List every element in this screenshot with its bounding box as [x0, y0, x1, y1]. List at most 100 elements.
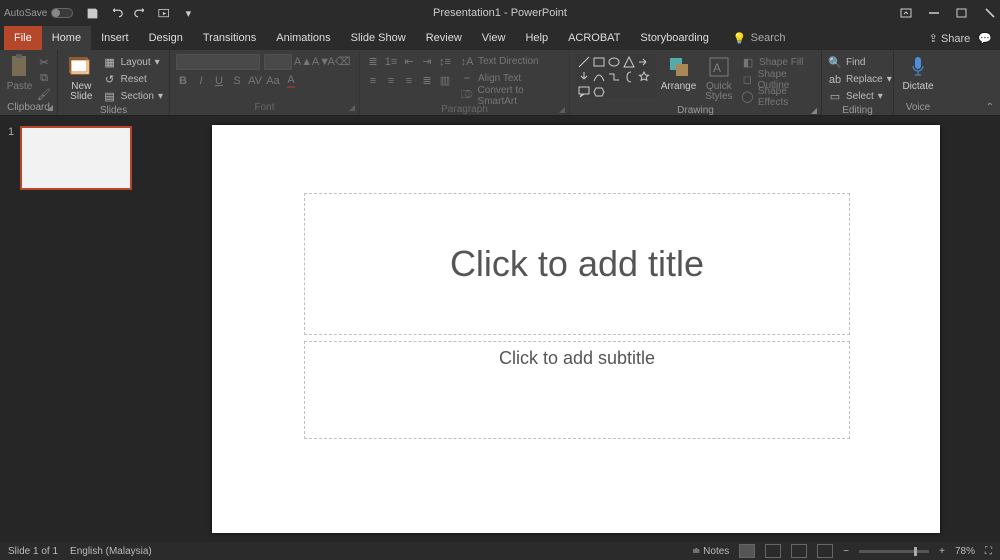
increase-font-icon[interactable]: A▲ [296, 55, 310, 69]
shape-effects-icon: ◯ [741, 90, 754, 104]
tab-slideshow[interactable]: Slide Show [341, 26, 416, 50]
tab-acrobat[interactable]: ACROBAT [558, 26, 630, 50]
collapse-ribbon-icon[interactable]: ⌃ [986, 102, 994, 113]
cut-icon[interactable]: ✂ [37, 55, 51, 69]
italic-icon[interactable]: I [194, 74, 208, 88]
share-button[interactable]: ⇪ Share [929, 32, 971, 45]
quick-styles-button[interactable]: A Quick Styles [701, 54, 737, 102]
group-drawing: Arrange A Quick Styles ◧Shape Fill ◻Shap… [570, 50, 822, 115]
qat-more-icon[interactable]: ▾ [181, 6, 195, 20]
normal-view-icon[interactable] [739, 544, 755, 558]
slide-sorter-view-icon[interactable] [765, 544, 781, 558]
clear-formatting-icon[interactable]: A⌫ [332, 55, 346, 69]
arrange-button[interactable]: Arrange [660, 54, 696, 92]
align-text-label: Align Text [478, 73, 521, 84]
replace-button[interactable]: abReplace ▾ [828, 72, 892, 87]
slide-counter[interactable]: Slide 1 of 1 [8, 546, 58, 557]
comments-icon[interactable]: 💬 [978, 32, 992, 45]
clipboard-icon [7, 54, 33, 80]
format-painter-icon[interactable]: 🖌 [37, 87, 51, 101]
shape-effects-button[interactable]: ◯Shape Effects [741, 89, 815, 104]
convert-smartart-button[interactable]: ⎄Convert to SmartArt [460, 88, 563, 103]
decrease-indent-icon[interactable]: ⇤ [402, 55, 416, 69]
section-button[interactable]: ▤Section ▾ [103, 89, 163, 104]
share-icon: ⇪ [929, 33, 938, 45]
line-spacing-icon[interactable]: ↕≡ [438, 55, 452, 69]
save-icon[interactable] [85, 6, 99, 20]
maximize-icon[interactable] [956, 7, 968, 19]
paragraph-group-label: Paragraph [441, 104, 488, 115]
subtitle-placeholder[interactable]: Click to add subtitle [304, 341, 850, 439]
tab-review[interactable]: Review [416, 26, 472, 50]
reading-view-icon[interactable] [791, 544, 807, 558]
layout-button[interactable]: ▦Layout ▾ [103, 55, 163, 70]
font-dialog-launcher[interactable]: ◢ [349, 101, 355, 115]
justify-icon[interactable]: ≣ [420, 74, 434, 88]
align-left-icon[interactable]: ≡ [366, 74, 380, 88]
tab-animations[interactable]: Animations [266, 26, 340, 50]
notes-button[interactable]: ≐ Notes [692, 546, 729, 557]
thumbnail-item-1[interactable]: 1 [8, 126, 144, 190]
redo-icon[interactable] [133, 6, 147, 20]
zoom-in-icon[interactable]: + [939, 546, 945, 557]
tab-file[interactable]: File [4, 26, 42, 50]
slide[interactable]: Click to add title Click to add subtitle [212, 125, 940, 533]
shape-connector-icon [608, 71, 620, 83]
undo-icon[interactable] [109, 6, 123, 20]
bullets-icon[interactable]: ≣ [366, 55, 380, 69]
increase-indent-icon[interactable]: ⇥ [420, 55, 434, 69]
layout-icon: ▦ [103, 56, 117, 70]
new-slide-button[interactable]: New Slide [64, 54, 99, 102]
character-spacing-icon[interactable]: Aa [266, 74, 280, 88]
zoom-out-icon[interactable]: − [843, 546, 849, 557]
align-right-icon[interactable]: ≡ [402, 74, 416, 88]
slide-canvas-area[interactable]: Click to add title Click to add subtitle [152, 116, 1000, 542]
bold-icon[interactable]: B [176, 74, 190, 88]
minimize-icon[interactable] [928, 7, 940, 19]
shapes-gallery[interactable] [576, 54, 656, 98]
tab-transitions[interactable]: Transitions [193, 26, 266, 50]
tab-view[interactable]: View [472, 26, 516, 50]
dictate-button[interactable]: Dictate [900, 54, 936, 92]
tab-help[interactable]: Help [515, 26, 558, 50]
numbering-icon[interactable]: 1≡ [384, 55, 398, 69]
select-button[interactable]: ▭Select ▾ [828, 89, 892, 104]
clipboard-dialog-launcher[interactable]: ◢ [47, 101, 53, 115]
copy-icon[interactable]: ⧉ [37, 71, 51, 85]
paragraph-dialog-launcher[interactable]: ◢ [559, 103, 565, 117]
slide-thumbnail-pane[interactable]: 1 [0, 116, 152, 542]
slideshow-view-icon[interactable] [817, 544, 833, 558]
fit-to-window-icon[interactable]: ⛶ [985, 546, 992, 557]
font-color-icon[interactable]: A [284, 74, 298, 88]
strikethrough-icon[interactable]: S [230, 74, 244, 88]
text-direction-button[interactable]: ↕AText Direction [460, 54, 563, 69]
tab-storyboarding[interactable]: Storyboarding [630, 26, 719, 50]
shadow-icon[interactable]: AV [248, 74, 262, 88]
autosave-toggle[interactable]: AutoSave [4, 8, 73, 19]
decrease-font-icon[interactable]: A▼ [314, 55, 328, 69]
language-indicator[interactable]: English (Malaysia) [70, 546, 152, 557]
tab-home[interactable]: Home [42, 26, 91, 50]
ribbon-display-icon[interactable] [900, 7, 912, 19]
columns-icon[interactable]: ▥ [438, 74, 452, 88]
reset-button[interactable]: ↺Reset [103, 72, 163, 87]
text-direction-label: Text Direction [478, 56, 539, 67]
close-icon[interactable] [984, 7, 996, 19]
shape-callout-icon [578, 86, 590, 98]
font-group-label: Font [254, 102, 274, 113]
underline-icon[interactable]: U [212, 74, 226, 88]
start-from-beginning-icon[interactable] [157, 6, 171, 20]
title-placeholder[interactable]: Click to add title [304, 193, 850, 335]
tab-design[interactable]: Design [139, 26, 193, 50]
zoom-level[interactable]: 78% [955, 546, 975, 557]
tab-insert[interactable]: Insert [91, 26, 139, 50]
find-button[interactable]: 🔍Find [828, 55, 892, 70]
toggle-switch[interactable] [51, 8, 73, 18]
zoom-slider[interactable] [859, 550, 929, 553]
align-center-icon[interactable]: ≡ [384, 74, 398, 88]
font-size-combo[interactable] [264, 54, 292, 70]
paste-button[interactable]: Paste [6, 54, 33, 92]
tell-me-search[interactable]: 💡 Search [733, 32, 786, 45]
font-name-combo[interactable] [176, 54, 260, 70]
thumbnail-preview[interactable] [20, 126, 132, 190]
